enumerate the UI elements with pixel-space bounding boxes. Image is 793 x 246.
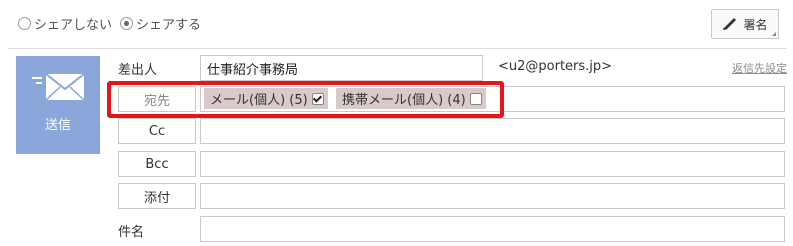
send-label: 送信 <box>44 118 71 133</box>
radio-no-share-circle[interactable] <box>18 16 31 30</box>
pen-icon <box>722 16 738 33</box>
bcc-button[interactable]: Bcc <box>118 151 196 177</box>
to-chip-email-label: メール(個人) (5) <box>210 93 308 108</box>
attach-label: 添付 <box>143 190 170 206</box>
sender-field[interactable]: 仕事紹介事務局 <box>200 55 483 81</box>
to-chip-email[interactable]: メール(個人) (5) <box>204 88 328 109</box>
attach-field[interactable] <box>200 183 785 209</box>
radio-share-circle[interactable] <box>120 16 134 30</box>
signature-button[interactable]: 署名 <box>711 9 779 39</box>
sender-value: 仕事紹介事務局 <box>207 62 299 78</box>
reply-to-settings-link[interactable]: 返信先設定 <box>732 60 787 76</box>
cc-button[interactable]: Cc <box>118 118 196 144</box>
sender-email: <u2@porters.jp> <box>498 59 613 74</box>
subject-field[interactable] <box>200 216 785 242</box>
sender-label: 差出人 <box>118 63 158 78</box>
to-chip-mobile-checkbox[interactable] <box>469 92 482 105</box>
radio-share-label: シェアする <box>136 17 202 33</box>
envelope-icon <box>28 56 88 106</box>
to-button[interactable]: 宛先 <box>118 86 196 112</box>
to-chip-mobile-label: 携帯メール(個人) (4) <box>342 93 466 108</box>
share-options: シェアしない シェアする <box>18 13 201 33</box>
attach-button[interactable]: 添付 <box>118 183 196 209</box>
cc-label: Cc <box>148 123 166 139</box>
radio-no-share-label: シェアしない <box>34 17 113 33</box>
send-button[interactable]: 送信 <box>16 56 100 154</box>
signature-label: 署名 <box>743 17 768 32</box>
cc-field[interactable] <box>200 118 785 144</box>
subject-label: 件名 <box>118 225 145 240</box>
bcc-label: Bcc <box>145 156 169 172</box>
radio-no-share[interactable]: シェアしない <box>18 14 112 33</box>
header-divider <box>8 48 787 49</box>
bcc-field[interactable] <box>200 151 785 177</box>
to-chip-mobile[interactable]: 携帯メール(個人) (4) <box>336 88 486 109</box>
to-label: 宛先 <box>143 93 170 109</box>
to-chip-email-checkbox[interactable] <box>311 92 324 105</box>
radio-share[interactable]: シェアする <box>120 14 201 33</box>
